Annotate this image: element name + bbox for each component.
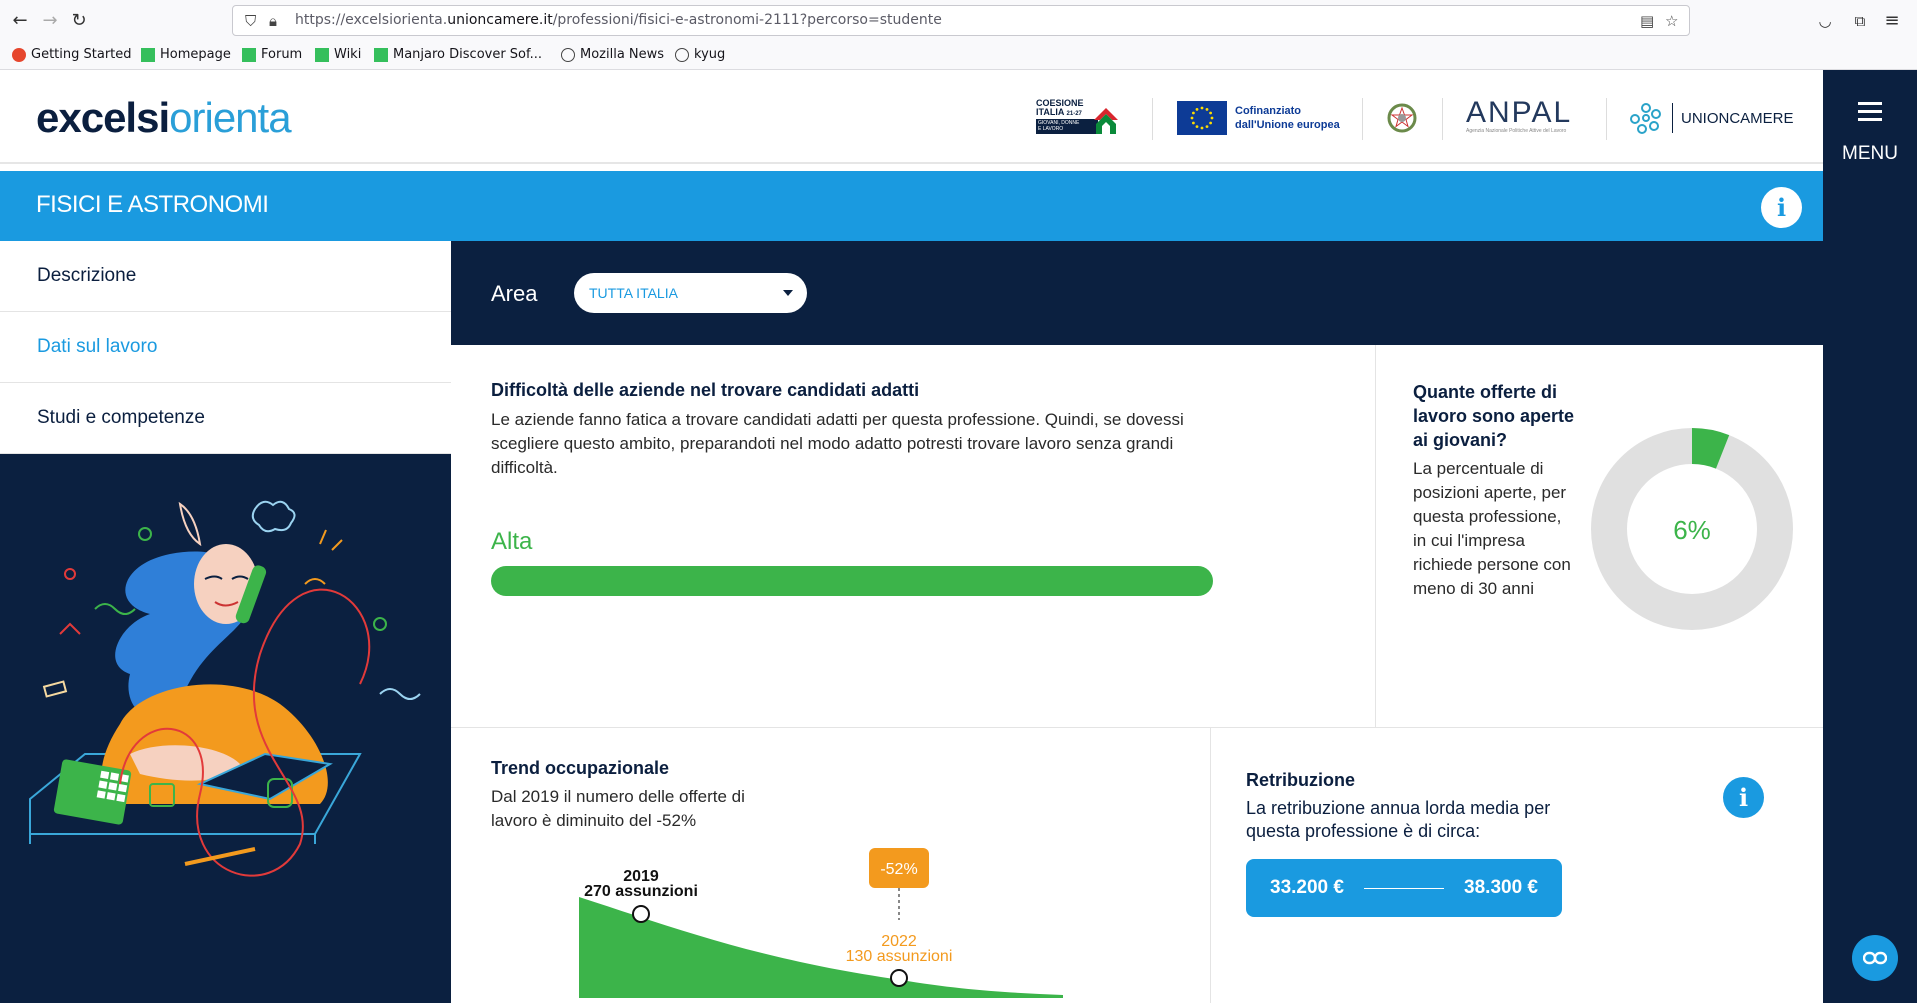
- area-filter-bar: Area TUTTA ITALIA: [451, 241, 1823, 345]
- back-icon[interactable]: ←: [8, 9, 32, 33]
- url-text[interactable]: https://excelsiorienta.unioncamere.it/pr…: [295, 12, 942, 28]
- salary-range-line: [1364, 888, 1444, 889]
- address-bar[interactable]: ⛉ 🔒︎ https://excelsiorienta.unioncamere.…: [232, 5, 1690, 36]
- globe-icon: [561, 47, 575, 62]
- globe-icon: [675, 47, 689, 62]
- divider: [1375, 345, 1376, 727]
- extensions-icon[interactable]: ⧉: [1848, 9, 1872, 33]
- youth-title: Quante offerte di lavoro sono aperte ai …: [1413, 382, 1575, 450]
- right-menu-panel: MENU: [1823, 70, 1917, 1003]
- hamburger-menu-icon[interactable]: [1858, 102, 1882, 126]
- reload-icon[interactable]: ↻: [67, 9, 91, 33]
- divider: [1210, 727, 1211, 1003]
- reader-view-icon[interactable]: ▤: [1640, 12, 1654, 30]
- repubblica-emblem[interactable]: [1385, 98, 1419, 138]
- info-icon[interactable]: i: [1761, 187, 1802, 228]
- app-menu-icon[interactable]: ≡: [1880, 9, 1904, 33]
- pocket-icon[interactable]: ◡: [1813, 9, 1837, 33]
- shield-icon[interactable]: ⛉: [245, 12, 256, 30]
- bookmark-kyug[interactable]: kyug: [675, 47, 725, 62]
- area-select[interactable]: TUTTA ITALIA: [574, 273, 807, 313]
- sidebar: Descrizione Dati sul lavoro Studi e comp…: [0, 241, 451, 1003]
- trend-area: [579, 897, 1063, 998]
- bookmark-homepage[interactable]: Homepage: [141, 47, 231, 62]
- separator: [1362, 98, 1363, 140]
- woman-phone-illustration: [29, 500, 421, 877]
- difficulty-bar: [491, 566, 1213, 596]
- youth-text: La percentuale di posizioni aperte, per …: [1413, 459, 1571, 598]
- bookmarks-bar: Getting Started Homepage Forum Wiki Manj…: [0, 42, 1917, 70]
- bookmark-forum[interactable]: Forum: [242, 47, 302, 62]
- anpal-logo[interactable]: ANPAL Agenzia Nazionale Politiche Attive…: [1466, 98, 1572, 138]
- trend-point-start: [632, 905, 650, 923]
- menu-button-label[interactable]: MENU: [1823, 143, 1917, 165]
- italian-emblem-icon: [1387, 103, 1417, 133]
- bookmark-mozilla-news[interactable]: Mozilla News: [561, 47, 664, 62]
- area-label: Area: [491, 281, 538, 306]
- unioncamere-mark-icon: [1630, 103, 1661, 134]
- site-logo[interactable]: excelsiorienta: [36, 94, 292, 142]
- profession-title-bar: FISICI E ASTRONOMI i: [0, 171, 1823, 241]
- browser-toolbar: ← → ↻ ⛉ 🔒︎ https://excelsiorienta.unionc…: [0, 0, 1917, 42]
- salary-high: 38.300 €: [1464, 877, 1538, 898]
- forward-icon[interactable]: →: [38, 9, 62, 33]
- coesione-italia-logo[interactable]: COESIONE ITALIA 21-27 GIOVANI, DONNE E LAV…: [1036, 98, 1118, 138]
- salary-title: Retribuzione: [1246, 770, 1356, 790]
- info-icon[interactable]: i: [1723, 777, 1764, 818]
- sidebar-item-studi-e-competenze[interactable]: Studi e competenze: [0, 383, 451, 454]
- manjaro-icon: [242, 47, 256, 62]
- trend-badge-label: -52%: [880, 861, 917, 878]
- bookmark-getting-started[interactable]: Getting Started: [12, 47, 132, 62]
- youth-donut-chart: 6%: [1591, 428, 1793, 630]
- lock-icon[interactable]: 🔒︎: [269, 12, 277, 30]
- bookmark-manjaro-discover[interactable]: Manjaro Discover Sof...: [374, 47, 542, 62]
- trend-title: Trend occupazionale: [491, 758, 670, 778]
- difficulty-level: Alta: [491, 528, 533, 555]
- salary-range: 33.200 € 38.300 €: [1246, 859, 1562, 917]
- trend-point-end: [890, 969, 908, 987]
- sidebar-item-dati-sul-lavoro[interactable]: Dati sul lavoro: [0, 312, 451, 383]
- site-header: excelsiorienta COESIONE ITALIA 21-27 GIOV…: [0, 70, 1823, 164]
- separator: [1606, 98, 1607, 140]
- bookmark-star-icon[interactable]: ☆: [1665, 12, 1678, 30]
- page-title: FISICI E ASTRONOMI: [36, 191, 269, 218]
- salary-low: 33.200 €: [1270, 877, 1344, 898]
- firefox-icon: [12, 47, 26, 62]
- donut-percent-label: 6%: [1673, 515, 1711, 545]
- separator: [1442, 98, 1443, 140]
- trend-chart: -52% 2019 270 assunzioni 2022 130 assunz…: [579, 848, 1063, 998]
- main-content: Difficoltà delle aziende nel trovare can…: [451, 345, 1823, 1003]
- divider: [451, 727, 1823, 728]
- chevron-down-icon: [783, 290, 793, 296]
- trend-start-label: 270 assunzioni: [584, 883, 698, 900]
- difficulty-text: Le aziende fanno fatica a trovare candid…: [491, 410, 1184, 477]
- bookmark-wiki[interactable]: Wiki: [315, 47, 361, 62]
- coesione-arrow-icon: [1094, 108, 1118, 134]
- separator: [1152, 98, 1153, 140]
- manjaro-icon: [374, 47, 388, 62]
- link-icon[interactable]: [1852, 935, 1898, 981]
- difficulty-title: Difficoltà delle aziende nel trovare can…: [491, 380, 920, 400]
- sidebar-item-descrizione[interactable]: Descrizione: [0, 241, 451, 312]
- sidebar-illustration: [0, 454, 451, 1003]
- eu-flag-icon: [1177, 101, 1227, 135]
- salary-text: La retribuzione annua lorda media per qu…: [1246, 798, 1551, 841]
- manjaro-icon: [141, 47, 155, 62]
- manjaro-icon: [315, 47, 329, 62]
- trend-end-label: 130 assunzioni: [846, 948, 953, 965]
- unioncamere-logo[interactable]: UNIONCAMERE: [1628, 98, 1794, 138]
- eu-logo[interactable]: Cofinanziato dall'Unione europea: [1177, 98, 1340, 138]
